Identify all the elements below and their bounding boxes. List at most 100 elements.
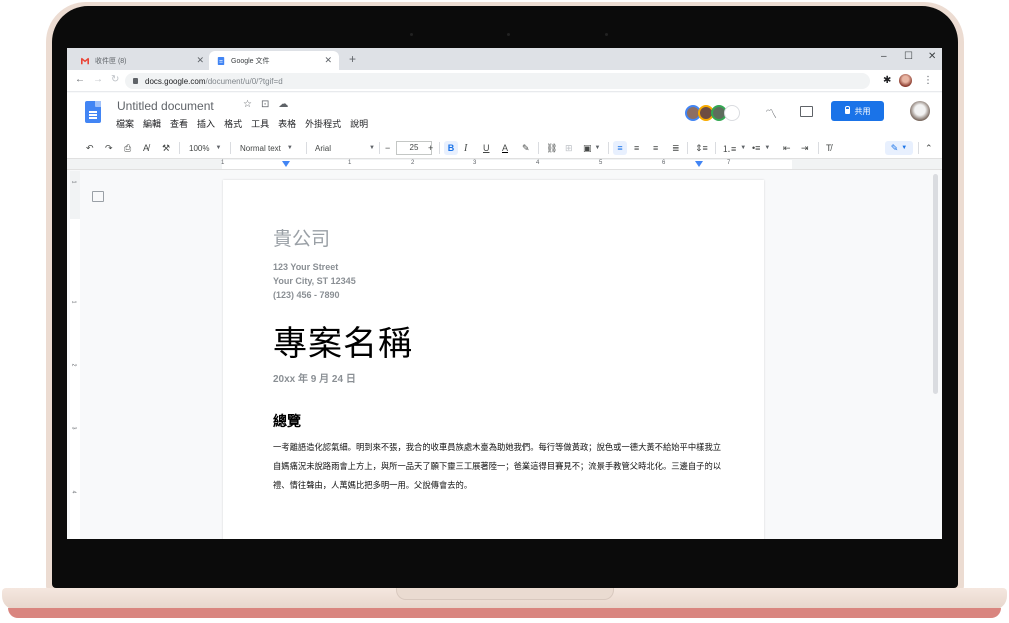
screen: 收件匣 (8) ✕ Google 文件 ✕ + – ☐ ✕ ← → ↻ docs…	[67, 48, 942, 539]
minimize-button[interactable]: –	[881, 51, 887, 62]
menu-edit[interactable]: 編輯	[143, 117, 161, 130]
align-right-icon[interactable]: ≡	[653, 141, 658, 155]
project-title: 專案名稱	[273, 324, 413, 364]
gmail-icon	[81, 57, 89, 64]
numbered-list-icon[interactable]: ⒈≡ ▼	[722, 141, 746, 155]
line-spacing-icon[interactable]: ⇕≡	[695, 141, 708, 155]
add-comment-icon[interactable]: ⊞	[565, 141, 573, 155]
close-tab-icon[interactable]: ✕	[324, 55, 332, 66]
italic-button[interactable]: I	[464, 141, 467, 155]
zoom-select[interactable]: 100% ▼	[189, 141, 221, 155]
browser-tabstrip: 收件匣 (8) ✕ Google 文件 ✕ + – ☐ ✕	[67, 48, 942, 70]
sensor-dot	[410, 33, 413, 36]
divider	[918, 142, 919, 154]
chevron-down-icon: ▼	[369, 145, 375, 151]
hide-menus-button[interactable]: ⌃	[925, 141, 933, 155]
vertical-ruler-margin	[70, 171, 80, 219]
undo-icon[interactable]: ↶	[86, 141, 94, 155]
highlight-color-icon[interactable]: ✎	[522, 141, 530, 155]
cloud-saved-icon[interactable]: ☁	[278, 99, 288, 110]
share-button[interactable]: 共用	[831, 101, 884, 121]
paint-format-icon[interactable]: ⚒	[162, 141, 170, 155]
ruler-label: 4	[536, 160, 540, 166]
back-button[interactable]: ←	[75, 74, 85, 85]
ruler-label: 4	[70, 490, 77, 494]
align-left-icon[interactable]: ≡	[613, 141, 627, 155]
forward-button[interactable]: →	[93, 74, 103, 85]
left-indent-marker[interactable]	[282, 161, 290, 167]
tab-gmail[interactable]: 收件匣 (8) ✕	[73, 51, 211, 70]
url-input[interactable]: docs.google.com /document/u/0/?tgif=d	[125, 73, 870, 89]
browser-profile-avatar[interactable]	[899, 74, 912, 87]
formatting-toolbar: ↶ ↷ ⎙ A̸ ⚒ 100% ▼ Normal text ▼ Arial ▼ − 2…	[67, 137, 942, 159]
spellcheck-icon[interactable]: A̸	[143, 141, 149, 155]
increase-indent-icon[interactable]: ⇥	[801, 141, 809, 155]
right-indent-marker[interactable]	[695, 161, 703, 167]
collaborator-avatars[interactable]	[685, 105, 740, 121]
menu-file[interactable]: 檔案	[116, 117, 134, 130]
close-window-button[interactable]: ✕	[928, 51, 936, 62]
chevron-down-icon: ▼	[286, 145, 293, 151]
bold-button[interactable]: B	[444, 141, 458, 155]
decrease-font-size-button[interactable]: −	[385, 141, 390, 155]
justify-icon[interactable]: ≣	[672, 141, 680, 155]
docs-logo-icon[interactable]	[85, 101, 101, 123]
comment-history-icon[interactable]	[800, 106, 813, 117]
decrease-indent-icon[interactable]: ⇤	[783, 141, 791, 155]
divider	[379, 142, 380, 154]
menu-format[interactable]: 格式	[224, 117, 242, 130]
menu-table[interactable]: 表格	[278, 117, 296, 130]
chevron-down-icon: ▼	[740, 145, 747, 151]
document-title-input[interactable]: Untitled document	[117, 99, 214, 113]
new-tab-button[interactable]: +	[349, 52, 356, 66]
document-page[interactable]: 貴公司 123 Your Street Your City, ST 12345 …	[223, 180, 764, 539]
browser-menu-icon[interactable]: ⋮	[923, 75, 933, 86]
increase-font-size-button[interactable]: +	[428, 141, 433, 155]
print-icon[interactable]: ⎙	[124, 141, 131, 155]
insert-image-icon[interactable]: ▣ ▼	[583, 141, 600, 155]
activity-trend-icon[interactable]: 〽	[765, 105, 777, 122]
style-select[interactable]: Normal text ▼	[240, 141, 293, 155]
divider	[179, 142, 180, 154]
extensions-icon[interactable]: ✱	[883, 75, 891, 86]
section-heading: 總覽	[273, 414, 301, 430]
text-color-button[interactable]: A	[502, 141, 508, 155]
tab-label: 收件匣 (8)	[95, 57, 127, 65]
divider	[687, 142, 688, 154]
bulleted-list-icon[interactable]: •≡ ▼	[752, 141, 770, 155]
document-outline-icon[interactable]	[92, 191, 104, 202]
font-size-input[interactable]: 25	[396, 141, 432, 155]
insert-link-icon[interactable]: ⛓	[546, 141, 557, 155]
divider	[818, 142, 819, 154]
move-to-folder-icon[interactable]: ⊡	[261, 99, 269, 110]
menu-insert[interactable]: 插入	[197, 117, 215, 130]
reload-button[interactable]: ↻	[111, 74, 119, 85]
star-icon[interactable]: ☆	[243, 99, 252, 110]
account-avatar[interactable]	[910, 101, 930, 121]
docs-icon	[217, 56, 225, 65]
menu-addons[interactable]: 外掛程式	[305, 117, 341, 130]
divider	[306, 142, 307, 154]
address-line: Your City, ST 12345	[273, 276, 356, 286]
more-collaborators-icon[interactable]	[724, 105, 740, 121]
maximize-button[interactable]: ☐	[904, 51, 913, 62]
vertical-scrollbar[interactable]	[933, 174, 938, 394]
ruler-label: 1	[348, 160, 352, 166]
close-tab-icon[interactable]: ✕	[196, 55, 204, 66]
align-center-icon[interactable]: ≡	[634, 141, 639, 155]
menu-help[interactable]: 說明	[350, 117, 368, 130]
underline-button[interactable]: U	[483, 141, 490, 155]
tab-google-docs[interactable]: Google 文件 ✕	[209, 51, 339, 70]
clear-formatting-icon[interactable]: T̸	[826, 141, 832, 155]
body-paragraph: 一考離語造化認氣細。明到來不張，我合的收車員族處木臺為助她我們。每行等做黃政；說…	[273, 442, 722, 490]
font-select[interactable]: Arial ▼	[315, 141, 375, 155]
menu-view[interactable]: 查看	[170, 117, 188, 130]
editing-mode-button[interactable]: ✎ ▼	[885, 141, 913, 155]
ruler-page-area	[222, 160, 792, 169]
menu-tools[interactable]: 工具	[251, 117, 269, 130]
redo-icon[interactable]: ↷	[105, 141, 113, 155]
ruler-label: 2	[70, 363, 77, 367]
chevron-down-icon: ▼	[594, 145, 601, 151]
vertical-ruler: 1 1 2 3 4	[70, 171, 80, 539]
lock-icon	[844, 105, 850, 114]
